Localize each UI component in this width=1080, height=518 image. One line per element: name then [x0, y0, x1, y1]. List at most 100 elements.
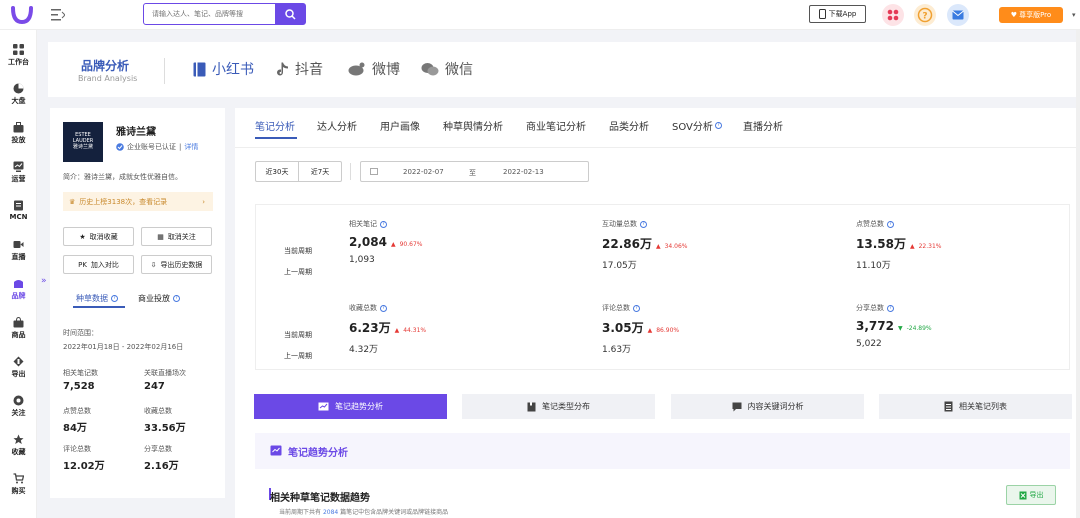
metric-comments: 评论总数? 3.05万 ▲ 86.90% 1.63万: [602, 303, 679, 355]
sidebar: 工作台 大盘 投放 运营 MCN 直播 品牌 商品 导出 关注 收藏 购买: [0, 30, 37, 518]
metric-label-row: 点赞总数?: [856, 219, 941, 229]
period-selector: 近30天 近7天: [255, 161, 342, 182]
sidebar-item-mcn[interactable]: MCN: [0, 200, 37, 221]
help-button[interactable]: ?: [914, 4, 936, 26]
tab-note-trend[interactable]: 笔记趋势分析: [254, 394, 447, 419]
stat-value: 2.16万: [144, 461, 179, 472]
export-button[interactable]: 导出: [1006, 485, 1056, 505]
sidebar-item-operation[interactable]: 运营: [0, 161, 37, 184]
sidebar-item-market[interactable]: 大盘: [0, 83, 37, 106]
metric-label-row: 收藏总数?: [349, 303, 426, 313]
period-30d-button[interactable]: 近30天: [256, 162, 299, 181]
tab-keyword[interactable]: 内容关键词分析: [671, 394, 864, 419]
metric-previous: 4.32万: [349, 345, 379, 355]
metric-label: 评论总数: [602, 304, 630, 312]
metric-current-row: 3,772 ▼ -24.89%: [856, 319, 932, 333]
search-input[interactable]: [144, 4, 276, 24]
tab-sentiment[interactable]: 种草舆情分析: [443, 118, 503, 133]
tab-user-profile[interactable]: 用户画像: [380, 118, 420, 133]
metric-change: 90.67%: [399, 241, 423, 248]
search-icon: [284, 8, 296, 20]
sidebar-item-live[interactable]: 直播: [0, 239, 37, 262]
tab-seeding-data[interactable]: 种草数据?: [76, 293, 118, 304]
help-icon: ?: [380, 304, 387, 312]
tab-sov[interactable]: SOV分析?: [672, 118, 722, 133]
trend-up-icon: ▲: [390, 241, 396, 248]
sidebar-item-workbench[interactable]: 工作台: [0, 44, 37, 67]
trend-down-icon: ▼: [897, 325, 903, 332]
brand-icon: [14, 280, 23, 288]
sidebar-item-follow[interactable]: 关注: [0, 395, 37, 418]
verified-text: 企业账号已认证: [127, 143, 176, 151]
sidebar-item-brand[interactable]: 品牌: [0, 278, 37, 301]
help-icon: ?: [714, 122, 722, 129]
sidebar-item-delivery[interactable]: 投放: [0, 122, 37, 145]
metric-related-notes: 相关笔记? 2,084 ▲ 90.67% 1,093: [349, 219, 422, 265]
tab-wechat[interactable]: 微信: [421, 59, 473, 79]
tab-live-analysis[interactable]: 直播分析: [743, 118, 783, 133]
brand-logo: ESTEE LAUDER 雅诗兰黛: [63, 122, 103, 162]
tab-label: 微信: [445, 62, 473, 78]
search-button[interactable]: [275, 4, 305, 24]
bag-icon: [13, 317, 24, 328]
crown-icon: ♛: [69, 197, 76, 206]
main-panel: 笔记分析 达人分析 用户画像 种草舆情分析 商业笔记分析 品类分析 SOV分析?…: [235, 108, 1080, 518]
trend-section-header: 笔记趋势分析: [255, 433, 1070, 469]
tab-note-analysis[interactable]: 笔记分析: [255, 118, 295, 133]
menu-toggle-icon[interactable]: [51, 9, 65, 21]
date-range-picker[interactable]: 2022-02-07 至 2022-02-13: [360, 161, 589, 182]
period-7d-button[interactable]: 近7天: [299, 162, 341, 181]
sidebar-item-goods[interactable]: 商品: [0, 317, 37, 340]
eye-icon: [13, 395, 24, 406]
tab-weibo[interactable]: 微博: [348, 59, 400, 79]
unfollow-button[interactable]: ▦ 取消关注: [141, 227, 212, 246]
tab-commercial[interactable]: 商业投放?: [138, 293, 180, 304]
help-icon: ?: [111, 295, 118, 302]
metric-label: 相关笔记: [349, 220, 377, 228]
chart-icon: [13, 161, 24, 172]
tab-note-type[interactable]: 笔记类型分布: [462, 394, 655, 419]
header-divider: [164, 58, 165, 84]
metric-current-row: 2,084 ▲ 90.67%: [349, 235, 422, 249]
app-logo[interactable]: [10, 4, 34, 26]
metric-previous: 5,022: [856, 339, 882, 349]
sidebar-item-export[interactable]: 导出: [0, 356, 37, 379]
tab-label: 内容关键词分析: [747, 402, 804, 411]
download-app-button[interactable]: 下载App: [809, 5, 866, 23]
message-button[interactable]: [947, 4, 969, 26]
page-scrollbar[interactable]: [1076, 30, 1080, 518]
briefcase-icon: [13, 122, 24, 133]
vip-badge[interactable]: ♥ 尊享版Pro: [999, 7, 1063, 23]
history-record-banner[interactable]: ♛ 历史上榜3138次，查看记录 ›: [63, 192, 213, 211]
sidebar-item-purchase[interactable]: 购买: [0, 473, 37, 496]
trend-desc-post: 篇笔记中包含品牌关键词或品牌链接商品: [340, 509, 449, 516]
help-icon: ?: [380, 220, 387, 228]
tab-douyin[interactable]: 抖音: [276, 59, 323, 79]
help-icon: ?: [173, 295, 180, 302]
tab-category[interactable]: 品类分析: [609, 118, 649, 133]
user-menu-caret-icon[interactable]: ▾: [1072, 11, 1076, 19]
metric-change: 86.90%: [656, 327, 680, 334]
metric-current-row: 6.23万 ▲ 44.31%: [349, 319, 426, 336]
sidebar-item-label: 收藏: [11, 448, 26, 456]
tab-note-list[interactable]: 相关笔记列表: [879, 394, 1072, 419]
export-icon: ⇩: [150, 260, 157, 269]
export-history-button[interactable]: ⇩ 导出历史数据: [141, 255, 212, 274]
history-text: 历史上榜3138次，查看记录: [79, 197, 168, 206]
trend-up-icon: ▲: [655, 243, 661, 250]
date-start[interactable]: 2022-02-07: [403, 168, 444, 176]
apps-button[interactable]: [882, 4, 904, 26]
sidebar-item-favorite[interactable]: 收藏: [0, 434, 37, 457]
verify-row: 企业账号已认证 | 详情: [116, 142, 198, 152]
date-end[interactable]: 2022-02-13: [503, 168, 544, 176]
tab-xiaohongshu[interactable]: 小红书: [193, 59, 254, 79]
add-compare-button[interactable]: PK 加入对比: [63, 255, 134, 274]
sidebar-item-label: 商品: [11, 331, 26, 339]
compare-label: 加入对比: [90, 260, 119, 269]
tab-commercial-notes[interactable]: 商业笔记分析: [526, 118, 586, 133]
sidebar-expand-icon[interactable]: »: [41, 276, 47, 286]
tab-kol-analysis[interactable]: 达人分析: [317, 118, 357, 133]
stat-label: 收藏总数: [144, 407, 172, 415]
unfavorite-button[interactable]: ★ 取消收藏: [63, 227, 134, 246]
verified-detail-link[interactable]: 详情: [184, 142, 198, 152]
